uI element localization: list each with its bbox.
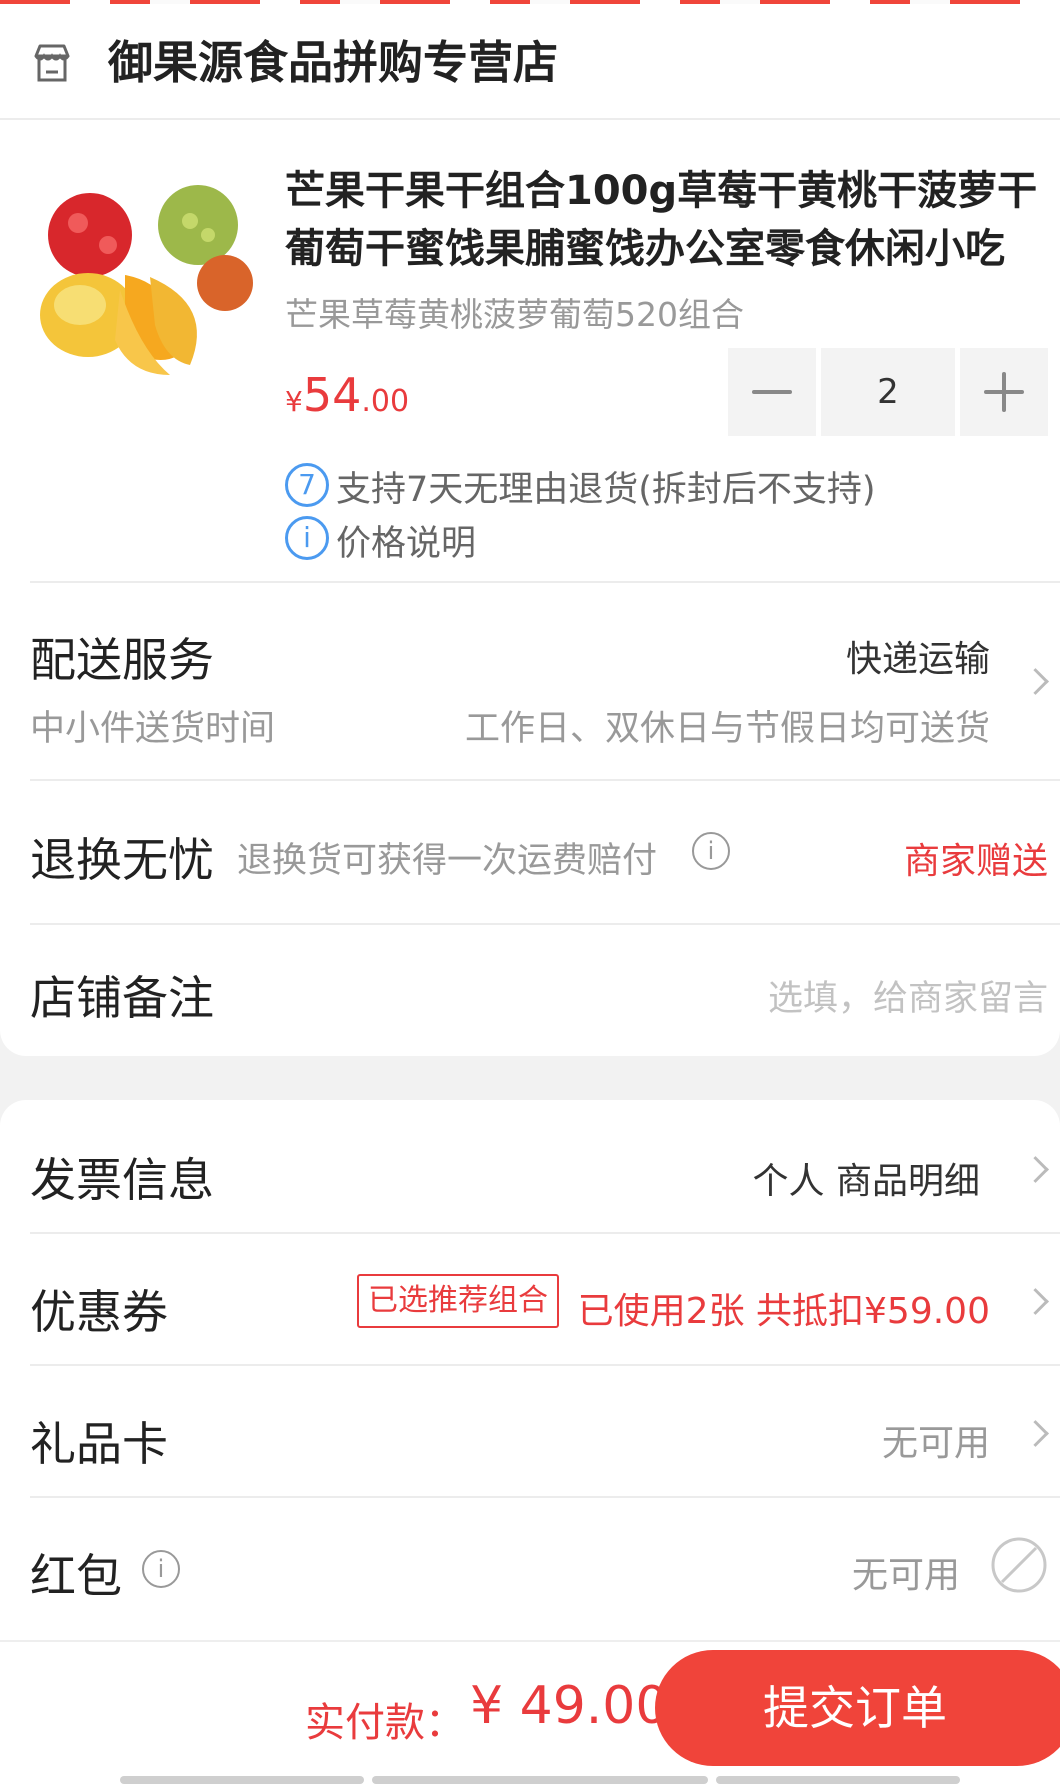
delivery-title: 配送服务 xyxy=(30,633,214,687)
price-integer: 54 xyxy=(302,368,362,422)
pay-label: 实付款： xyxy=(305,1700,465,1746)
home-indicator xyxy=(372,1776,708,1784)
product-price: ¥54.00 xyxy=(285,368,409,422)
minus-icon xyxy=(752,390,792,394)
product-image[interactable] xyxy=(30,165,262,397)
price-note-link[interactable]: 价格说明 xyxy=(336,515,476,566)
pay-amount: ¥ 49.00 xyxy=(470,1676,669,1736)
divider xyxy=(30,1232,1060,1234)
invoice-title: 发票信息 xyxy=(30,1153,214,1207)
invoice-value: 个人 商品明细 xyxy=(752,1161,980,1202)
delivery-time-value: 工作日、双休日与节假日均可送货 xyxy=(464,709,990,749)
store-icon xyxy=(34,44,70,82)
store-note-title: 店铺备注 xyxy=(30,971,214,1025)
divider xyxy=(30,923,1060,925)
submit-order-button[interactable]: 提交订单 xyxy=(655,1650,1060,1766)
gift-card-value: 无可用 xyxy=(881,1423,990,1464)
disabled-icon xyxy=(991,1537,1047,1593)
info-icon[interactable]: i xyxy=(142,1550,180,1588)
return-insurance-value: 商家赠送 xyxy=(903,841,1048,882)
return-insurance-title: 退换无忧 xyxy=(30,833,214,887)
return-insurance-desc: 退换货可获得一次运费赔付 xyxy=(237,841,658,881)
divider xyxy=(30,779,1060,781)
home-indicator xyxy=(716,1776,960,1784)
delivery-method: 快递运输 xyxy=(845,639,990,680)
divider xyxy=(30,581,1060,583)
coupon-recommend-badge: 已选推荐组合 xyxy=(357,1274,559,1328)
divider xyxy=(30,1364,1060,1366)
delivery-time-label: 中小件送货时间 xyxy=(30,709,276,749)
coupon-value: 已使用2张 共抵扣¥59.00 xyxy=(577,1291,990,1332)
increase-quantity-button[interactable] xyxy=(960,348,1048,436)
home-indicator xyxy=(120,1776,364,1784)
seven-day-return-icon: 7 xyxy=(285,463,329,507)
info-icon[interactable]: i xyxy=(692,832,730,870)
price-currency: ¥ xyxy=(285,385,303,418)
product-title[interactable]: 芒果干果干组合100g草莓干黄桃干菠萝干葡萄干蜜饯果脯蜜饯办公室零食休闲小吃 xyxy=(285,162,1045,278)
quantity-value[interactable]: 2 xyxy=(821,348,955,436)
gift-card-title: 礼品卡 xyxy=(30,1417,168,1471)
product-spec: 芒果草莓黄桃菠萝葡萄520组合 xyxy=(285,295,744,334)
return-policy-text: 支持7天无理由退货(拆封后不支持) xyxy=(336,470,876,510)
coupon-title: 优惠券 xyxy=(30,1285,168,1339)
quantity-stepper: 2 xyxy=(728,348,1048,436)
divider xyxy=(30,1496,1060,1498)
red-packet-value: 无可用 xyxy=(851,1555,960,1596)
decrease-quantity-button[interactable] xyxy=(728,348,816,436)
divider xyxy=(0,118,1060,120)
info-icon: i xyxy=(285,516,329,560)
red-packet-title: 红包 xyxy=(30,1549,122,1603)
store-name[interactable]: 御果源食品拼购专营店 xyxy=(108,26,558,91)
price-decimal: .00 xyxy=(361,384,410,419)
store-note-input[interactable]: 选填，给商家留言 xyxy=(768,970,1048,1021)
